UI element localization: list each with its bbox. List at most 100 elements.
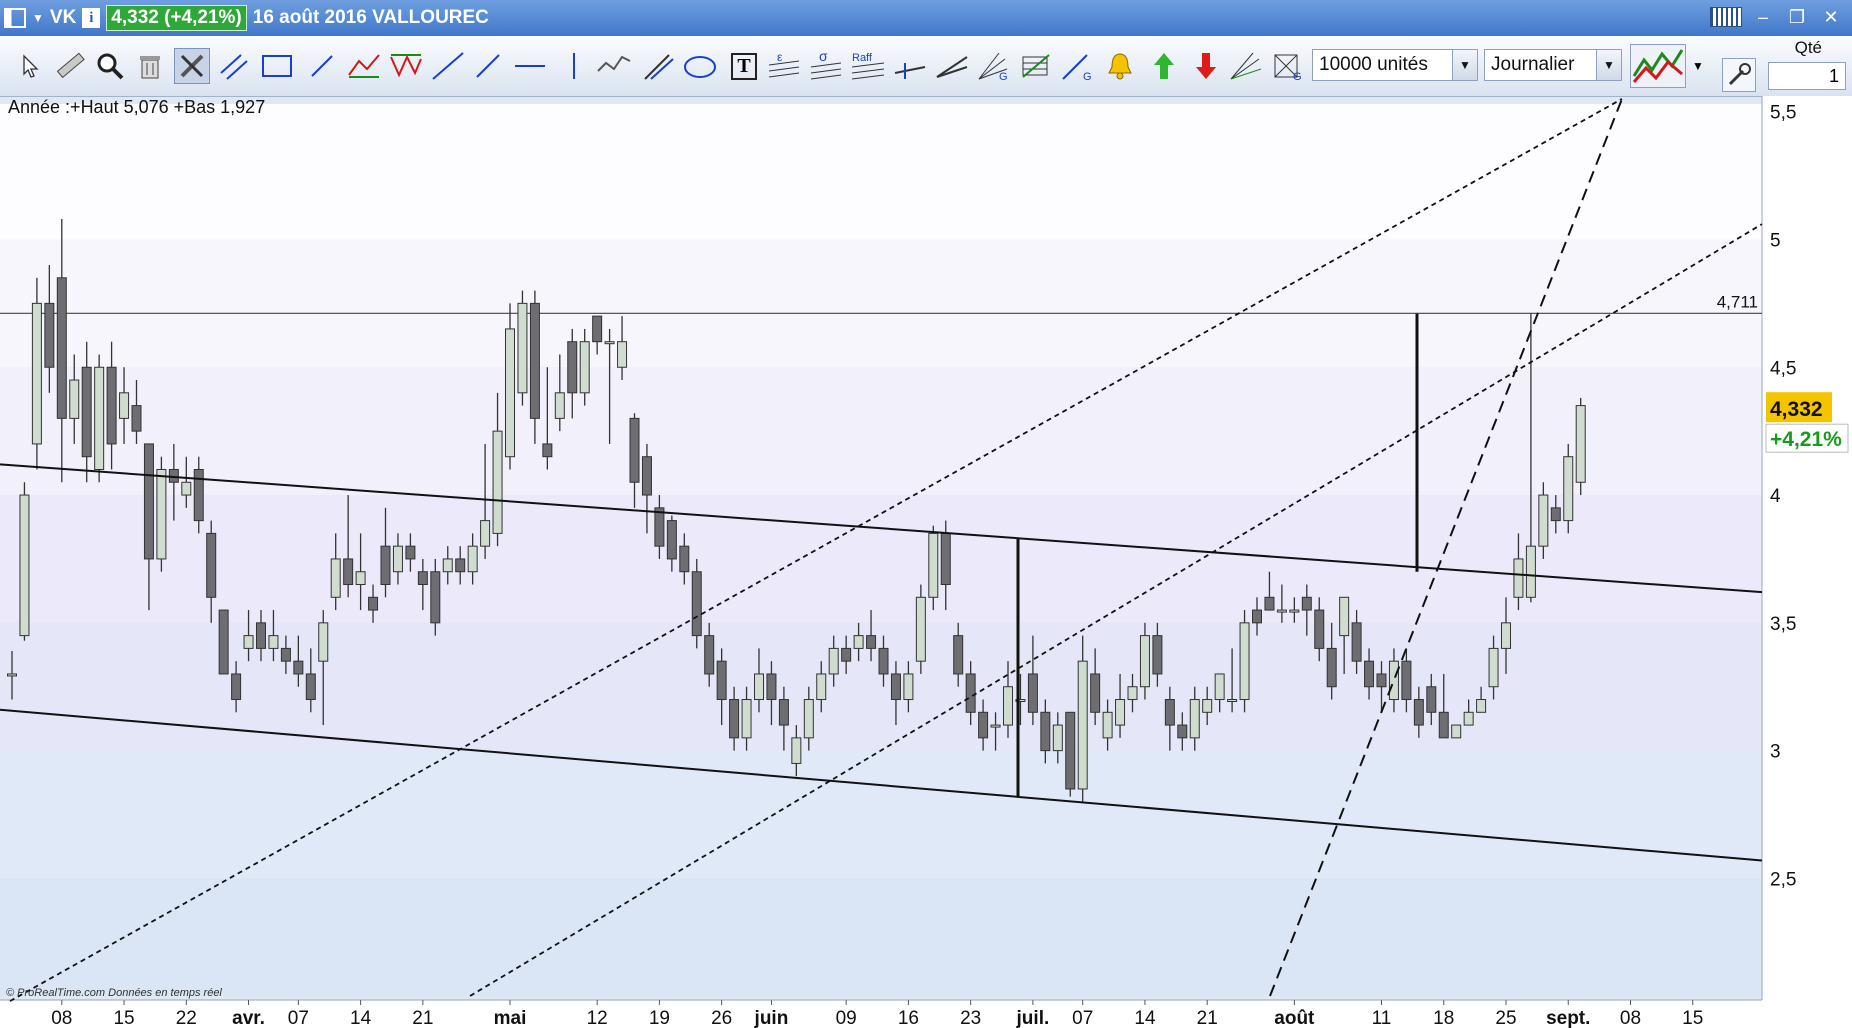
x-tick-label: mai bbox=[494, 1008, 527, 1028]
candle-body bbox=[44, 302, 55, 368]
rectangle-icon[interactable] bbox=[260, 48, 296, 84]
period-select[interactable]: Journalier ▼ bbox=[1484, 49, 1622, 81]
y-tick-label: 3 bbox=[1770, 742, 1781, 763]
candle-body bbox=[305, 673, 316, 701]
x-tick-label: 23 bbox=[960, 1008, 981, 1028]
candle-body bbox=[953, 635, 964, 675]
candle-body bbox=[442, 558, 453, 573]
keyboard-icon[interactable] bbox=[1710, 7, 1742, 27]
candle-body bbox=[417, 571, 428, 586]
zigzag-icon[interactable] bbox=[346, 48, 382, 84]
chevron-down-icon[interactable]: ▼ bbox=[1452, 50, 1477, 80]
stddev-icon[interactable]: σ bbox=[808, 48, 844, 84]
candle-body bbox=[1003, 686, 1013, 726]
candle-body bbox=[654, 507, 665, 547]
restore-button[interactable]: ❐ bbox=[1784, 6, 1810, 28]
background-band bbox=[0, 104, 1762, 240]
fan-icon[interactable] bbox=[934, 48, 970, 84]
candle-body bbox=[193, 468, 204, 522]
parallel-lines-icon[interactable] bbox=[216, 48, 252, 84]
candle-body bbox=[131, 405, 142, 432]
gann-fan-icon[interactable]: G bbox=[976, 48, 1012, 84]
y-tick-label: 3,5 bbox=[1770, 614, 1796, 635]
gann-line-icon[interactable] bbox=[892, 48, 928, 84]
candle-body bbox=[903, 673, 914, 701]
text-icon[interactable]: T bbox=[726, 48, 762, 84]
candle-body bbox=[1139, 635, 1150, 688]
y-tick-label: 5,5 bbox=[1770, 103, 1796, 124]
candle-body bbox=[928, 532, 939, 598]
candle-body bbox=[218, 609, 229, 675]
half-line-icon[interactable] bbox=[470, 48, 506, 84]
horizontal-line-icon[interactable] bbox=[512, 48, 548, 84]
candle-body bbox=[978, 711, 989, 739]
candle-body bbox=[866, 635, 877, 649]
grid-icon[interactable] bbox=[1018, 48, 1054, 84]
quantity-input[interactable]: 1 bbox=[1768, 62, 1846, 90]
candle-body bbox=[156, 468, 167, 560]
candle-body bbox=[1438, 711, 1449, 739]
wrench-icon[interactable] bbox=[1722, 58, 1756, 92]
window-layout-icon[interactable] bbox=[4, 8, 26, 28]
channel-icon[interactable] bbox=[596, 48, 632, 84]
last-change-label: +4,21% bbox=[1770, 428, 1842, 451]
trendline-icon[interactable] bbox=[430, 48, 466, 84]
buy-arrow-icon[interactable] bbox=[1146, 48, 1182, 84]
x-tick-label: juil. bbox=[1016, 1008, 1050, 1028]
dropdown-caret-icon[interactable]: ▼ bbox=[32, 11, 44, 25]
units-select[interactable]: 10000 unités ▼ bbox=[1312, 49, 1478, 81]
sell-arrow-icon[interactable] bbox=[1188, 48, 1224, 84]
candle-body bbox=[1102, 711, 1113, 739]
candle-body bbox=[729, 699, 740, 739]
candle-body bbox=[1388, 660, 1399, 701]
segment-icon[interactable] bbox=[304, 48, 340, 84]
trash-icon[interactable] bbox=[132, 48, 168, 84]
background-band bbox=[0, 239, 1762, 368]
fibonacci-icon[interactable]: ε bbox=[766, 48, 802, 84]
candle-body bbox=[1052, 724, 1063, 752]
candle-body bbox=[467, 545, 478, 573]
svg-text:G: G bbox=[1293, 71, 1302, 81]
close-button[interactable]: ✕ bbox=[1818, 6, 1844, 28]
candle-body bbox=[816, 673, 827, 701]
candle-body bbox=[878, 647, 889, 675]
candle-body bbox=[1401, 660, 1412, 701]
candle-body bbox=[243, 635, 254, 649]
alert-bell-icon[interactable] bbox=[1102, 48, 1138, 84]
candle-body bbox=[492, 430, 503, 534]
pitchfork-icon[interactable] bbox=[640, 48, 676, 84]
gann-grid-icon[interactable]: G bbox=[1270, 48, 1306, 84]
zoom-icon[interactable] bbox=[92, 48, 128, 84]
tools-icon[interactable] bbox=[174, 48, 210, 84]
triangle-pattern-icon[interactable] bbox=[388, 48, 424, 84]
gann-angle-icon[interactable]: G bbox=[1060, 48, 1096, 84]
candle-body bbox=[1488, 647, 1499, 688]
candle-body bbox=[915, 596, 926, 662]
info-icon[interactable]: i bbox=[82, 8, 101, 28]
chart-legend-text: Année :+Haut 5,076 +Bas 1,927 bbox=[8, 97, 266, 117]
chart-style-icon[interactable] bbox=[1630, 44, 1686, 88]
fibonacci-fan-icon[interactable] bbox=[1228, 48, 1264, 84]
candle-body bbox=[1189, 699, 1200, 739]
minimize-button[interactable]: – bbox=[1750, 6, 1776, 28]
candle-body bbox=[119, 392, 130, 419]
candle-body bbox=[554, 392, 565, 419]
ticker-symbol[interactable]: VK bbox=[50, 7, 76, 29]
candle-body bbox=[1252, 609, 1262, 624]
ellipse-icon[interactable] bbox=[682, 48, 718, 84]
raff-channel-icon[interactable]: Raff bbox=[850, 48, 886, 84]
price-chart[interactable]: 4,711 5,5 5 4,5 4 3,5 3 2,5 4,332 +4,21% 08 15 22 avr… bbox=[0, 96, 1852, 1028]
candle-body bbox=[1326, 647, 1337, 688]
ruler-icon[interactable] bbox=[52, 48, 88, 84]
chevron-down-icon[interactable]: ▼ bbox=[1596, 50, 1621, 80]
chevron-down-icon[interactable]: ▼ bbox=[1690, 48, 1706, 84]
background-band bbox=[0, 878, 1762, 996]
candle-body bbox=[405, 545, 416, 560]
cursor-icon[interactable] bbox=[12, 48, 48, 84]
candle-body bbox=[56, 277, 67, 419]
vertical-line-icon[interactable] bbox=[556, 48, 592, 84]
candle-body bbox=[343, 558, 354, 586]
x-tick-label: 08 bbox=[51, 1008, 72, 1028]
x-tick-label: 07 bbox=[288, 1008, 309, 1028]
candle-body bbox=[280, 647, 291, 662]
